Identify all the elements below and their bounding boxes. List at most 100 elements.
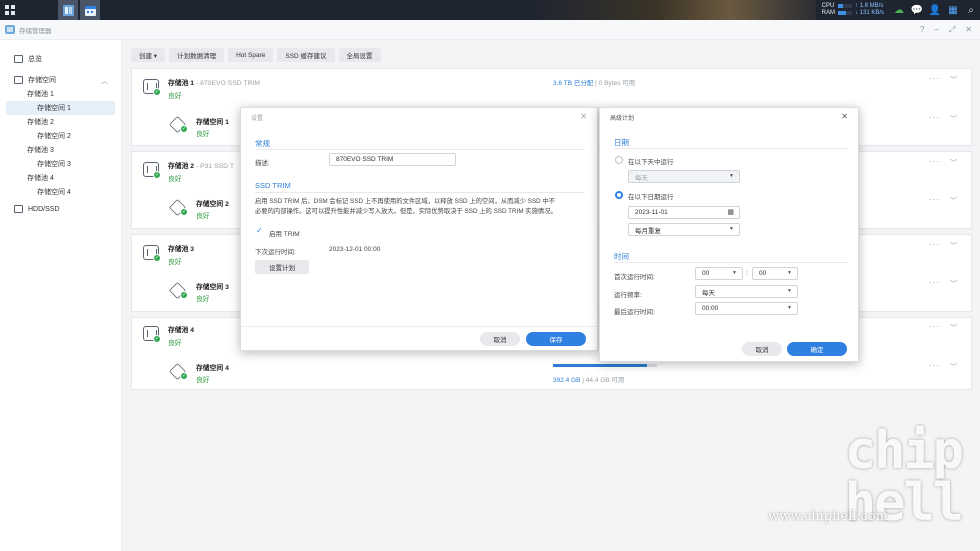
more-options-icon[interactable]: ··· xyxy=(929,195,940,204)
sidebar-item-storage[interactable]: 存储空间 ︿ xyxy=(0,73,121,87)
maximize-button[interactable]: ⤢ xyxy=(949,25,955,35)
create-button[interactable]: 创建 ▾ xyxy=(131,48,166,62)
repeat-select[interactable]: 每月重复 ▼ xyxy=(628,223,740,236)
sidebar-item-volume-2[interactable]: 存储空间 2 xyxy=(0,129,121,143)
more-options-icon[interactable]: ··· xyxy=(929,74,940,83)
enable-trim-checkbox[interactable]: ✓ xyxy=(256,226,263,235)
search-icon[interactable]: ⌕ xyxy=(962,0,980,20)
pool-name[interactable]: 存储池 2 - P31 SSD T xyxy=(168,160,234,170)
ssd-trim-section-title: SSD TRIM xyxy=(255,181,291,190)
ssd-cache-advisor-button[interactable]: SSD 缓存建议 xyxy=(277,48,335,62)
enable-trim-label[interactable]: 启用 TRIM xyxy=(269,228,300,238)
sidebar-item-volume-1[interactable]: 存储空间 1 xyxy=(6,101,115,115)
close-icon[interactable]: ✕ xyxy=(841,112,848,121)
frequency-label: 运行频率: xyxy=(614,292,642,299)
scheduled-scrub-button[interactable]: 计划数据清理 xyxy=(169,48,225,62)
global-settings-button[interactable]: 全局设置 xyxy=(338,48,381,62)
set-schedule-button[interactable]: 设置计划 xyxy=(255,260,309,274)
minimize-button[interactable]: – xyxy=(934,25,938,35)
pool-status: 良好 xyxy=(168,93,182,100)
chevron-down-icon[interactable]: ﹀ xyxy=(950,279,957,289)
sidebar-item-label: 存储空间 4 xyxy=(37,189,71,196)
pool-capacity: 3.6 TB 已分配 | 0 Bytes 可用 xyxy=(553,80,636,87)
hour-select[interactable]: 00 ▼ xyxy=(695,267,743,280)
more-options-icon[interactable]: ··· xyxy=(929,278,940,287)
save-button[interactable]: 保存 xyxy=(526,332,586,346)
date-input[interactable]: 2023-11-01 ▦ xyxy=(628,206,740,219)
run-on-days-radio[interactable] xyxy=(615,156,623,164)
description-input[interactable]: 870EVO SSD TRIM xyxy=(329,153,456,166)
pool-status: 良好 xyxy=(168,259,182,266)
cancel-button[interactable]: 取消 xyxy=(480,332,520,346)
sidebar-item-volume-3[interactable]: 存储空间 3 xyxy=(0,157,121,171)
close-window-button[interactable]: ✕ xyxy=(965,25,972,35)
chevron-down-icon[interactable]: ﹀ xyxy=(950,75,957,85)
sidebar-item-label: 存储池 3 xyxy=(27,147,54,154)
chevron-down-icon[interactable]: ﹀ xyxy=(950,196,957,206)
volume-status: 良好 xyxy=(196,131,210,138)
dropdown-arrow-icon: ▼ xyxy=(732,270,737,276)
more-options-icon[interactable]: ··· xyxy=(929,157,940,166)
sidebar-item-pool-2[interactable]: 存储池 2 xyxy=(0,115,121,129)
volume-name[interactable]: 存储空间 4 xyxy=(196,362,229,372)
run-on-days-label[interactable]: 在以下天中运行 xyxy=(628,156,674,166)
chevron-down-icon[interactable]: ﹀ xyxy=(950,323,957,333)
pool-status: 良好 xyxy=(168,340,182,347)
sidebar-item-label: 存储空间 3 xyxy=(37,161,71,168)
healthy-check-icon: ✓ xyxy=(153,335,161,343)
cloud-sync-icon[interactable]: ☁ xyxy=(890,0,908,20)
sidebar-item-pool-1[interactable]: 存储池 1 xyxy=(0,87,121,101)
pool-name[interactable]: 存储池 4 xyxy=(168,324,194,334)
sidebar-item-label: 存储池 4 xyxy=(27,175,54,182)
footer-divider xyxy=(241,326,597,327)
user-icon[interactable]: 👤 xyxy=(926,0,944,20)
last-run-time-select[interactable]: 00:00 ▼ xyxy=(695,302,798,315)
chevron-down-icon[interactable]: ﹀ xyxy=(950,241,957,251)
chevron-down-icon[interactable]: ﹀ xyxy=(950,114,957,124)
sidebar-item-pool-3[interactable]: 存储池 3 xyxy=(0,143,121,157)
healthy-check-icon: ✓ xyxy=(153,171,161,179)
volume-name[interactable]: 存储空间 2 xyxy=(196,198,229,208)
run-on-date-radio[interactable] xyxy=(615,191,623,199)
more-options-icon[interactable]: ··· xyxy=(929,322,940,331)
calendar-taskbar-icon[interactable] xyxy=(80,0,100,20)
sidebar-item-volume-4[interactable]: 存储空间 4 xyxy=(0,185,121,199)
sidebar-item-pool-4[interactable]: 存储池 4 xyxy=(0,171,121,185)
taskbar: CPU ↑ 1.8 MB/s RAM ↓ 131 KB/s ☁ 💬 👤 ▦ ⌕ xyxy=(0,0,980,20)
chevron-down-icon[interactable]: ﹀ xyxy=(950,362,957,372)
cancel-button[interactable]: 取消 xyxy=(742,342,782,356)
ram-usage-bar xyxy=(837,11,852,15)
chevron-up-icon[interactable]: ︿ xyxy=(101,76,108,86)
widgets-icon[interactable]: ▦ xyxy=(944,0,962,20)
resource-monitor-widget[interactable]: CPU ↑ 1.8 MB/s RAM ↓ 131 KB/s xyxy=(816,3,890,17)
pool-name[interactable]: 存储池 1 - 870EVO SSD TRIM xyxy=(168,77,260,87)
volume-name[interactable]: 存储空间 3 xyxy=(196,281,229,291)
download-speed: ↓ 131 KB/s xyxy=(854,10,884,16)
last-run-time-label: 最后运行时间: xyxy=(614,309,655,316)
healthy-check-icon: ✓ xyxy=(180,208,188,216)
app-title: 存储管理器 xyxy=(19,27,52,35)
more-options-icon[interactable]: ··· xyxy=(929,361,940,370)
pool-name[interactable]: 存储池 3 xyxy=(168,243,194,253)
sidebar-item-overview[interactable]: 总览 xyxy=(0,52,121,66)
more-options-icon[interactable]: ··· xyxy=(929,113,940,122)
run-on-date-label[interactable]: 在以下日期运行 xyxy=(628,191,674,201)
minute-select[interactable]: 00 ▼ xyxy=(752,267,798,280)
volume-name[interactable]: 存储空间 1 xyxy=(196,116,229,126)
hot-spare-button[interactable]: Hot Spare xyxy=(228,48,274,62)
ram-label: RAM xyxy=(821,10,835,16)
chat-icon[interactable]: 💬 xyxy=(908,0,926,20)
main-menu-grid-icon[interactable] xyxy=(0,0,20,20)
sidebar-item-hdd-ssd[interactable]: HDD/SSD xyxy=(0,202,121,216)
storage-manager-app-icon xyxy=(5,25,15,34)
healthy-check-icon: ✓ xyxy=(153,88,161,96)
storage-manager-taskbar-icon[interactable] xyxy=(58,0,78,20)
ok-button[interactable]: 确定 xyxy=(787,342,847,356)
frequency-select[interactable]: 每天 ▼ xyxy=(695,285,798,298)
help-button[interactable]: ? xyxy=(920,25,924,35)
more-options-icon[interactable]: ··· xyxy=(929,240,940,249)
advanced-schedule-dialog: 高级计划 ✕ 日期 在以下天中运行 每天 ▼ 在以下日期运行 2023-11-01… xyxy=(599,107,859,362)
close-icon[interactable]: ✕ xyxy=(580,112,587,121)
chevron-down-icon[interactable]: ﹀ xyxy=(950,158,957,168)
days-select[interactable]: 每天 ▼ xyxy=(628,170,740,183)
